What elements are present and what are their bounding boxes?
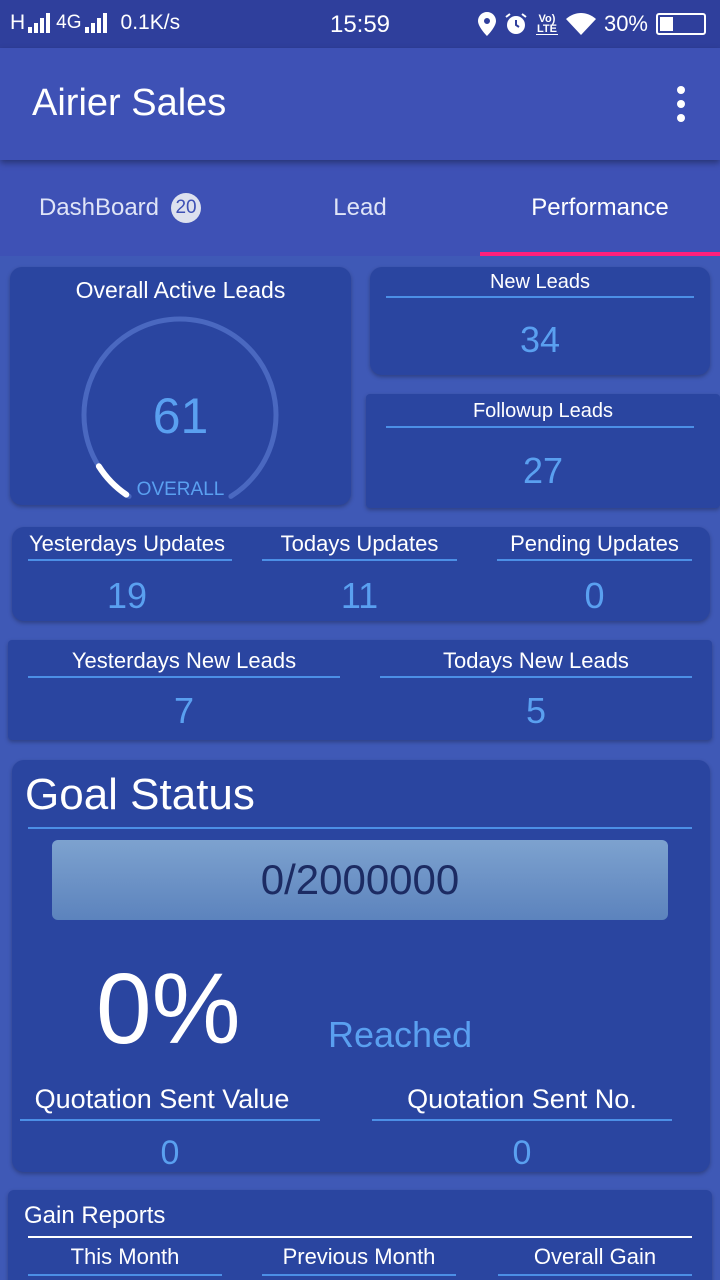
gain-previous-month-divider xyxy=(262,1274,456,1276)
goal-status-card: Goal Status 0/2000000 0% Reached Quotati… xyxy=(12,760,710,1172)
quotation-sent-value-divider xyxy=(20,1119,320,1121)
followup-leads-title: Followup Leads xyxy=(472,400,614,422)
pending-updates-label: Pending Updates xyxy=(510,531,679,556)
followup-leads-value: 27 xyxy=(522,450,564,491)
new-leads-title: New Leads xyxy=(489,271,591,293)
quotation-sent-value[interactable]: Quotation Sent Value 0 xyxy=(20,1082,320,1172)
quotation-sent-value-value: 0 xyxy=(160,1134,180,1172)
tab-performance[interactable]: Performance xyxy=(480,160,720,256)
app-title: Airier Sales xyxy=(32,82,227,124)
wifi-icon xyxy=(565,13,596,35)
goal-status-title: Goal Status xyxy=(25,770,255,819)
volte-icon: Vo) LTE xyxy=(535,12,558,35)
quotation-sent-no-label: Quotation Sent No. xyxy=(407,1084,637,1114)
todays-new-leads[interactable]: Todays New Leads 5 xyxy=(380,640,692,740)
todays-updates-divider xyxy=(262,559,457,561)
overall-title: Overall Active Leads xyxy=(75,277,286,303)
quotation-sent-no-divider xyxy=(372,1119,672,1121)
battery-percent: 30% xyxy=(603,11,648,36)
goal-percent: 0% xyxy=(96,953,241,1065)
todays-updates-label: Todays Updates xyxy=(280,531,439,556)
overall-active-leads-card[interactable]: Overall Active Leads 61 OVERALL xyxy=(10,267,351,505)
todays-new-leads-value: 5 xyxy=(525,690,547,731)
gain-this-month-label: This Month xyxy=(70,1244,180,1269)
yesterdays-updates-value: 19 xyxy=(106,575,148,616)
gain-previous-month[interactable]: Previous Month xyxy=(262,1238,456,1278)
gain-overall-label: Overall Gain xyxy=(533,1244,657,1269)
more-options-icon[interactable] xyxy=(676,86,686,122)
todays-updates[interactable]: Todays Updates 11 xyxy=(262,527,457,621)
pending-updates-value: 0 xyxy=(584,575,605,616)
followup-leads-card[interactable]: Followup Leads 27 xyxy=(366,394,720,508)
todays-updates-value: 11 xyxy=(340,575,379,616)
todays-new-leads-label: Todays New Leads xyxy=(443,648,629,673)
updates-card: Yesterdays Updates 19 Todays Updates 11 … xyxy=(12,527,710,621)
status-right: Vo) LTE 30% xyxy=(477,11,706,37)
gain-reports-card: Gain Reports This Month Previous Month O… xyxy=(8,1190,712,1280)
gain-overall-divider xyxy=(498,1274,692,1276)
new-leads-card[interactable]: New Leads 34 xyxy=(370,267,710,375)
alarm-icon xyxy=(505,13,527,34)
battery-icon xyxy=(656,13,706,35)
tab-lead[interactable]: Lead xyxy=(240,160,480,256)
yesterdays-updates[interactable]: Yesterdays Updates 19 xyxy=(22,527,232,621)
quotation-sent-no-value: 0 xyxy=(512,1134,532,1172)
yesterdays-updates-divider xyxy=(28,559,232,561)
gain-previous-month-label: Previous Month xyxy=(282,1244,436,1269)
gain-overall[interactable]: Overall Gain xyxy=(498,1238,692,1278)
quotation-sent-value-label: Quotation Sent Value xyxy=(34,1084,290,1114)
followup-leads-divider xyxy=(386,426,694,428)
location-icon xyxy=(477,12,496,36)
tab-dashboard[interactable]: DashBoard 20 xyxy=(0,160,240,256)
yesterdays-new-leads[interactable]: Yesterdays New Leads 7 xyxy=(28,640,340,740)
goal-reached-label: Reached xyxy=(328,1014,473,1055)
overall-caption: OVERALL xyxy=(136,479,225,500)
pending-updates[interactable]: Pending Updates 0 xyxy=(497,527,692,621)
new-leads-summary-card: Yesterdays New Leads 7 Todays New Leads … xyxy=(8,640,712,740)
dashboard-count-badge: 20 xyxy=(171,193,202,223)
tab-performance-label: Performance xyxy=(531,194,669,221)
gain-reports-title: Gain Reports xyxy=(24,1202,166,1229)
tab-dashboard-label: DashBoard xyxy=(38,194,160,221)
status-bar: H 4G 0.1K/s 15:59 Vo) LTE 30% xyxy=(0,0,720,48)
yesterdays-new-leads-value: 7 xyxy=(173,690,195,731)
overall-value: 61 xyxy=(152,388,209,444)
gain-this-month[interactable]: This Month xyxy=(28,1238,222,1278)
quotation-sent-no[interactable]: Quotation Sent No. 0 xyxy=(372,1082,672,1172)
goal-title-divider xyxy=(28,827,692,829)
yesterdays-new-leads-label: Yesterdays New Leads xyxy=(71,648,297,673)
app-bar: Airier Sales xyxy=(0,48,720,160)
pending-updates-divider xyxy=(497,559,692,561)
todays-new-leads-divider xyxy=(380,676,692,678)
gain-this-month-divider xyxy=(28,1274,222,1276)
tab-bar: DashBoard 20 Lead Performance xyxy=(0,160,720,256)
goal-progress-text: 0/2000000 xyxy=(260,856,460,903)
new-leads-divider xyxy=(386,296,694,298)
new-leads-value: 34 xyxy=(519,319,561,360)
yesterdays-new-leads-divider xyxy=(28,676,340,678)
goal-progress-bar: 0/2000000 xyxy=(52,840,668,920)
yesterdays-updates-label: Yesterdays Updates xyxy=(28,531,226,556)
tab-lead-label: Lead xyxy=(333,194,387,221)
